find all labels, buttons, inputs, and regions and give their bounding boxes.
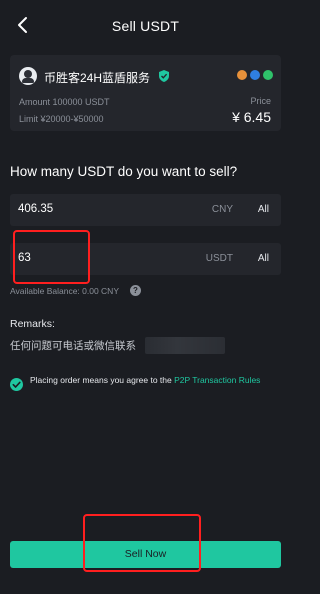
- cny-all-button[interactable]: All: [258, 204, 269, 215]
- agreement-text: Placing order means you agree to the P2P…: [30, 375, 275, 386]
- ad-card: 币胜客24H蓝盾服务 Amount 100000 USDT Limit ¥200…: [10, 55, 281, 131]
- sell-question: How many USDT do you want to sell?: [10, 164, 238, 179]
- bank-card-icon: [237, 70, 247, 80]
- cny-amount-value[interactable]: 406.35: [18, 203, 53, 215]
- payment-methods: [237, 70, 273, 80]
- agreement-prefix: Placing order means you agree to the: [30, 375, 175, 385]
- usdt-amount-value[interactable]: 63: [18, 252, 31, 264]
- checkmark-icon[interactable]: [10, 378, 23, 391]
- usdt-amount-field[interactable]: 63 USDT All: [10, 243, 281, 275]
- cny-amount-field[interactable]: 406.35 CNY All: [10, 194, 281, 226]
- p2p-rules-link[interactable]: P2P Transaction Rules: [174, 375, 260, 385]
- alipay-icon: [250, 70, 260, 80]
- header: Sell USDT: [0, 0, 291, 52]
- wechat-pay-icon: [263, 70, 273, 80]
- usdt-unit-label: USDT: [205, 253, 233, 264]
- cny-unit-label: CNY: [211, 204, 233, 215]
- verified-shield-icon: [158, 69, 170, 83]
- merchant-name: 币胜客24H蓝盾服务: [44, 71, 151, 85]
- remarks-label: Remarks:: [10, 318, 55, 330]
- remarks-text: 任何问题可电话或微信联系: [10, 340, 136, 352]
- available-balance: Available Balance: 0.00 CNY: [10, 286, 119, 296]
- ad-amount: Amount 100000 USDT: [19, 97, 110, 107]
- price-label: Price: [250, 96, 271, 106]
- usdt-all-button[interactable]: All: [258, 253, 269, 264]
- page-title: Sell USDT: [111, 18, 180, 34]
- merchant-avatar: [19, 67, 37, 85]
- price-value: ¥ 6.45: [232, 109, 271, 125]
- ad-limit: Limit ¥20000-¥50000: [19, 114, 104, 124]
- redacted-contact: [145, 337, 225, 354]
- help-icon[interactable]: ?: [130, 285, 141, 296]
- sell-now-button[interactable]: Sell Now: [10, 541, 281, 568]
